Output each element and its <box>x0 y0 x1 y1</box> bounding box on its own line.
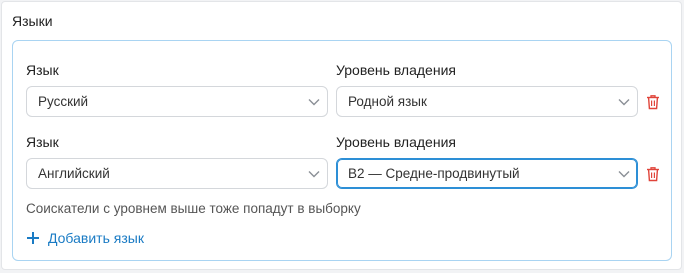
level-select-1-value: Родной язык <box>348 94 427 109</box>
plus-icon <box>26 231 40 245</box>
language-select-1[interactable]: Русский <box>26 86 328 117</box>
level-select-1[interactable]: Родной язык <box>336 86 638 117</box>
delete-row-1-trash-icon[interactable] <box>645 93 661 111</box>
language-label-2: Язык <box>26 134 59 150</box>
chevron-down-icon <box>611 159 637 188</box>
level-select-2[interactable]: B2 — Средне-продвинутый <box>336 158 638 189</box>
delete-row-2-trash-icon[interactable] <box>645 165 661 183</box>
chevron-down-icon <box>611 87 637 116</box>
chevron-down-icon <box>301 87 327 116</box>
add-language-button[interactable]: Добавить язык <box>26 230 144 246</box>
chevron-down-icon <box>301 159 327 188</box>
language-select-2[interactable]: Английский <box>26 158 328 189</box>
level-label-1: Уровень владения <box>336 62 456 78</box>
language-select-1-value: Русский <box>38 94 89 109</box>
languages-panel: Языки Язык Уровень владения Русский Родн… <box>1 1 682 270</box>
language-label-1: Язык <box>26 62 59 78</box>
language-select-2-value: Английский <box>38 166 110 181</box>
section-title: Языки <box>12 13 53 29</box>
add-language-label: Добавить язык <box>48 230 144 246</box>
level-select-2-value: B2 — Средне-продвинутый <box>348 166 520 181</box>
level-label-2: Уровень владения <box>336 134 456 150</box>
level-hint-text: Соискатели с уровнем выше тоже попадут в… <box>26 201 361 216</box>
